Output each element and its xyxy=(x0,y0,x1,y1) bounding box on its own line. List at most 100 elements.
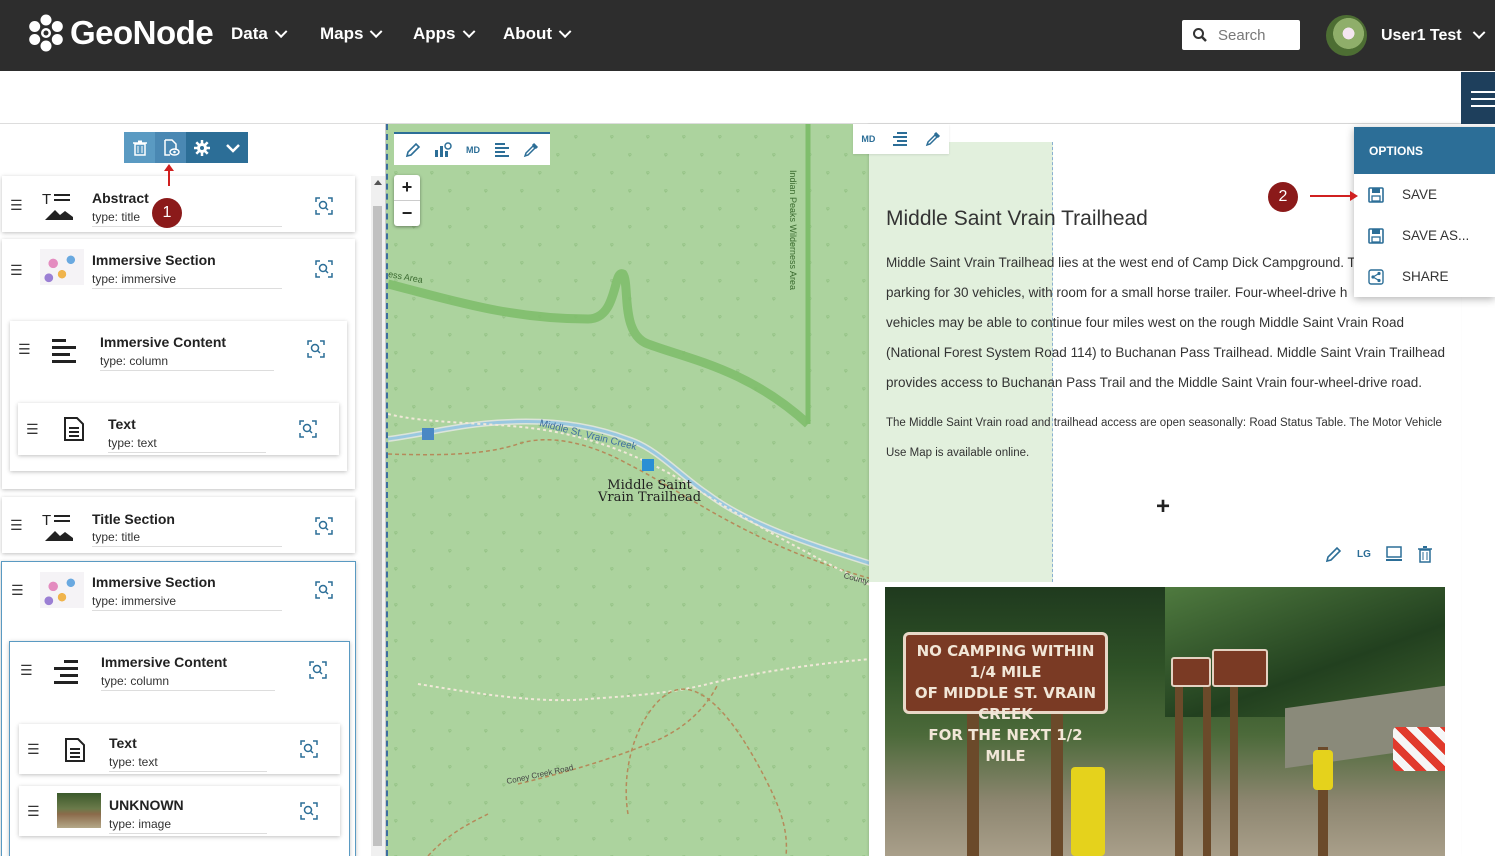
annotation-arrowhead-2 xyxy=(1350,191,1358,201)
drag-handle-icon[interactable]: ☰ xyxy=(27,741,40,758)
menu-label: SAVE AS... xyxy=(1402,228,1470,243)
nav-apps[interactable]: Apps xyxy=(413,24,475,44)
node-title: Immersive Content xyxy=(101,654,228,670)
node-type: type: title xyxy=(92,210,282,227)
scroll-thumb[interactable] xyxy=(373,206,382,846)
markdown-button[interactable]: MD xyxy=(466,145,480,155)
tree-node-text[interactable]: ☰ Text type: text xyxy=(19,724,340,774)
node-title: Text xyxy=(109,735,137,751)
zoom-to-icon[interactable] xyxy=(298,419,318,439)
nav-maps[interactable]: Maps xyxy=(320,24,383,44)
node-type: type: image xyxy=(109,817,267,834)
scroll-up-icon[interactable] xyxy=(374,180,382,185)
drag-handle-icon[interactable]: ☰ xyxy=(18,341,31,358)
zoom-to-icon[interactable] xyxy=(314,196,334,216)
trash-icon xyxy=(132,140,147,156)
column-left-icon xyxy=(52,339,76,363)
tree-node-immersive-section-selected[interactable]: ☰ Immersive Section type: immersive ☰ Im… xyxy=(1,561,356,856)
zoom-out-button[interactable]: − xyxy=(394,201,420,226)
content-note-line[interactable]: Use Map is available online. xyxy=(886,438,1451,468)
align-left-icon[interactable] xyxy=(494,142,510,158)
zoom-to-icon[interactable] xyxy=(314,516,334,536)
search-placeholder: Search xyxy=(1218,26,1266,44)
trailhead-photo[interactable]: NO CAMPING WITHIN 1/4 MILE OF MIDDLE ST.… xyxy=(885,587,1445,856)
nav-data[interactable]: Data xyxy=(231,24,288,44)
annotation-badge-1: 1 xyxy=(152,198,182,228)
share-menu-item[interactable]: SHARE xyxy=(1354,256,1495,297)
image-thumbnail xyxy=(57,793,101,828)
add-content-button[interactable]: + xyxy=(1156,493,1170,521)
annotation-badge-2: 2 xyxy=(1268,182,1298,212)
zoom-to-icon[interactable] xyxy=(306,339,326,359)
sign-line: FOR THE NEXT 1/2 MILE xyxy=(928,726,1083,765)
align-right-icon[interactable] xyxy=(892,131,908,147)
user-menu[interactable]: User1 Test xyxy=(1326,15,1486,56)
node-title: Immersive Section xyxy=(92,252,216,268)
options-heading: OPTIONS xyxy=(1354,127,1495,174)
tree-node-immersive-content-selected[interactable]: ☰ Immersive Content type: column ☰ Text … xyxy=(9,641,350,856)
markdown-button[interactable]: MD xyxy=(861,134,875,144)
eyedropper-icon[interactable] xyxy=(925,131,941,147)
node-title: Immersive Content xyxy=(100,334,227,350)
preview-button[interactable] xyxy=(155,132,186,163)
search-input[interactable]: Search xyxy=(1182,20,1300,50)
content-paragraph-line[interactable]: vehicles may be able to continue four mi… xyxy=(886,308,1451,338)
drag-handle-icon[interactable]: ☰ xyxy=(10,262,23,279)
content-paragraph-line[interactable]: provides access to Buchanan Pass Trail a… xyxy=(886,368,1451,398)
drag-handle-icon[interactable]: ☰ xyxy=(27,803,40,820)
nav-about[interactable]: About xyxy=(503,24,572,44)
save-as-menu-item[interactable]: SAVE AS... xyxy=(1354,215,1495,256)
annotation-arrowhead-1 xyxy=(164,164,174,171)
map-view[interactable]: ᵩ ᵩ Middle SaintVrain Trailhead Middle S… xyxy=(386,124,870,856)
title-section-icon: T xyxy=(42,512,73,541)
text-document-icon xyxy=(64,417,84,441)
delete-button[interactable] xyxy=(124,132,155,163)
eyedropper-icon[interactable] xyxy=(523,142,539,158)
drag-handle-icon[interactable]: ☰ xyxy=(11,582,24,599)
size-lg-button[interactable]: LG xyxy=(1357,549,1371,560)
content-note-line[interactable]: The Middle Saint Vrain road and trailhea… xyxy=(886,408,1451,438)
tree-node-image[interactable]: ☰ UNKNOWN type: image xyxy=(19,786,340,836)
user-name: User1 Test xyxy=(1381,26,1462,44)
logo-text: GeoNode xyxy=(70,14,214,51)
burger-menu-button[interactable] xyxy=(1461,72,1495,124)
tree-scrollbar[interactable] xyxy=(371,176,385,856)
avatar xyxy=(1326,15,1367,56)
drag-handle-icon[interactable]: ☰ xyxy=(26,421,39,438)
collapse-button[interactable] xyxy=(217,132,248,163)
zoom-to-icon[interactable] xyxy=(314,580,334,600)
geostory-toolbar xyxy=(0,71,1495,124)
node-title: Text xyxy=(108,416,136,432)
preview-icon xyxy=(163,138,180,156)
drag-handle-icon[interactable]: ☰ xyxy=(10,197,23,214)
tree-node-immersive-section[interactable]: ☰ Immersive Section type: immersive ☰ Im… xyxy=(2,239,355,489)
tree-node-text[interactable]: ☰ Text type: text xyxy=(18,403,339,455)
zoom-to-icon[interactable] xyxy=(299,801,319,821)
drag-handle-icon[interactable]: ☰ xyxy=(20,662,33,679)
trailhead-label: Middle Saint Vrain Trailhead xyxy=(598,478,702,505)
zoom-to-icon[interactable] xyxy=(299,739,319,759)
pencil-icon[interactable] xyxy=(405,142,421,158)
save-menu-item[interactable]: SAVE xyxy=(1354,174,1495,215)
geonode-logo[interactable]: GeoNode xyxy=(26,13,214,53)
svg-text:T: T xyxy=(42,191,51,208)
zoom-in-button[interactable]: + xyxy=(394,175,420,200)
zoom-to-icon[interactable] xyxy=(308,660,328,680)
content-paragraph-line[interactable]: (National Forest System Road 114) to Buc… xyxy=(886,338,1451,368)
map-zoom-control: + − xyxy=(394,175,420,226)
drag-handle-icon[interactable]: ☰ xyxy=(10,517,23,534)
pencil-icon[interactable] xyxy=(1325,545,1343,563)
map-toolbar: MD xyxy=(394,132,550,165)
settings-button[interactable] xyxy=(186,132,217,163)
floppy-disk-icon xyxy=(1368,186,1384,203)
content-title[interactable]: Middle Saint Vrain Trailhead xyxy=(886,207,1148,231)
share-icon xyxy=(1368,268,1384,285)
tree-node-title-section[interactable]: ☰ T Title Section type: title xyxy=(2,497,355,553)
node-type: type: text xyxy=(109,755,267,772)
map-settings-icon[interactable] xyxy=(434,141,453,158)
tree-node-immersive-content[interactable]: ☰ Immersive Content type: column ☰ Text … xyxy=(10,321,347,471)
display-icon[interactable] xyxy=(1385,545,1403,563)
zoom-to-icon[interactable] xyxy=(314,259,334,279)
floppy-disk-icon xyxy=(1368,227,1384,244)
trash-icon[interactable] xyxy=(1417,545,1433,563)
